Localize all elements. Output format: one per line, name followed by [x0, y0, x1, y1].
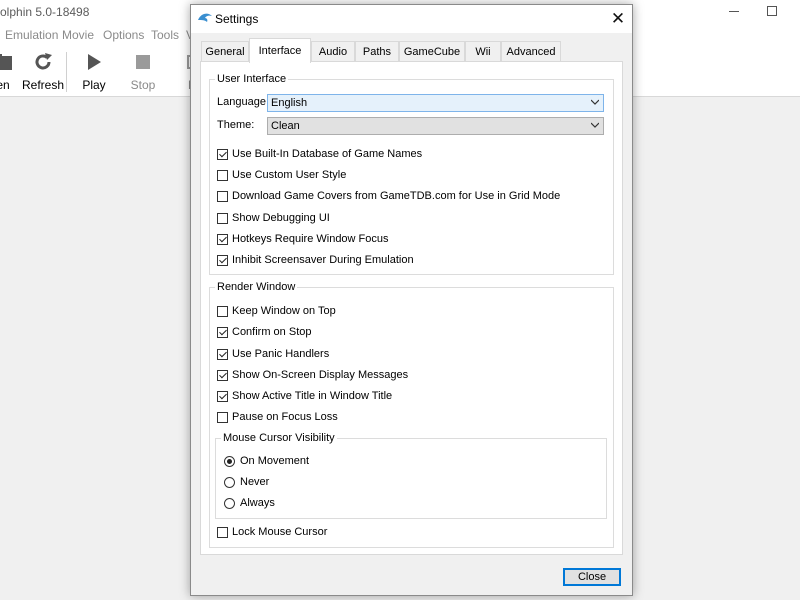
- option-label: Hotkeys Require Window Focus: [232, 233, 389, 245]
- checkbox[interactable]: [217, 390, 228, 402]
- close-icon[interactable]: ✕: [607, 8, 629, 30]
- radio-label: Never: [240, 476, 270, 488]
- option-label: Show Debugging UI: [232, 212, 330, 224]
- radio-label: Always: [240, 497, 275, 509]
- option-active-title[interactable]: Show Active Title in Window Title: [217, 388, 392, 404]
- minimize-icon[interactable]: [729, 11, 739, 12]
- option-label: Lock Mouse Cursor: [232, 526, 328, 538]
- option-label: Keep Window on Top: [232, 305, 336, 317]
- language-label: Language:: [217, 96, 269, 108]
- tab-paths[interactable]: Paths: [355, 41, 399, 62]
- radio-on-movement[interactable]: On Movement: [224, 453, 309, 469]
- tab-advanced[interactable]: Advanced: [501, 41, 561, 62]
- main-window-title: olphin 5.0-18498: [0, 5, 90, 19]
- mouse-cursor-visibility-group: Mouse Cursor Visibility On Movement Neve…: [215, 431, 607, 519]
- option-label: Pause on Focus Loss: [232, 411, 338, 423]
- checkbox[interactable]: [217, 369, 228, 381]
- chevron-down-icon: [591, 99, 599, 105]
- dolphin-icon: [197, 11, 213, 25]
- theme-dropdown[interactable]: Clean: [267, 117, 604, 135]
- checkbox[interactable]: [217, 305, 228, 317]
- user-interface-group-title: User Interface: [215, 72, 289, 86]
- option-label: Use Built-In Database of Game Names: [232, 148, 423, 160]
- option-builtin-database[interactable]: Use Built-In Database of Game Names: [217, 146, 422, 162]
- maximize-icon[interactable]: [767, 6, 777, 16]
- render-window-group: Render Window Keep Window on Top Confirm…: [209, 280, 614, 548]
- play-button[interactable]: Play: [67, 48, 121, 94]
- stop-button[interactable]: Stop: [116, 48, 170, 94]
- option-lock-mouse-cursor[interactable]: Lock Mouse Cursor: [217, 524, 327, 540]
- option-custom-user-style[interactable]: Use Custom User Style: [217, 167, 346, 183]
- checkbox[interactable]: [217, 190, 228, 202]
- option-pause-focus-loss[interactable]: Pause on Focus Loss: [217, 409, 338, 425]
- option-label: Show Active Title in Window Title: [232, 390, 393, 402]
- option-osd-messages[interactable]: Show On-Screen Display Messages: [217, 367, 408, 383]
- option-inhibit-screensaver[interactable]: Inhibit Screensaver During Emulation: [217, 252, 414, 268]
- radio-button[interactable]: [224, 455, 235, 467]
- option-hotkeys-focus[interactable]: Hotkeys Require Window Focus: [217, 231, 389, 247]
- option-label: Confirm on Stop: [232, 326, 312, 338]
- language-value: English: [271, 97, 308, 109]
- option-label: Download Game Covers from GameTDB.com fo…: [232, 190, 561, 202]
- radio-label: On Movement: [240, 455, 310, 467]
- checkbox[interactable]: [217, 233, 228, 245]
- stop-label: Stop: [130, 78, 156, 92]
- menu-options[interactable]: Options: [103, 28, 144, 42]
- checkbox[interactable]: [217, 526, 228, 538]
- theme-label: Theme:: [217, 119, 255, 131]
- refresh-label: Refresh: [21, 78, 65, 92]
- option-label: Use Panic Handlers: [232, 348, 330, 360]
- menu-movie[interactable]: Movie: [62, 28, 94, 42]
- user-interface-group: User Interface Language: English Theme: …: [209, 72, 614, 275]
- refresh-icon: [16, 50, 70, 74]
- radio-button[interactable]: [224, 476, 235, 488]
- tab-gamecube[interactable]: GameCube: [399, 41, 465, 62]
- settings-dialog: Settings ✕ General Interface Audio Paths…: [190, 4, 633, 596]
- radio-never[interactable]: Never: [224, 474, 269, 490]
- checkbox[interactable]: [217, 169, 228, 181]
- mouse-cursor-visibility-title: Mouse Cursor Visibility: [221, 431, 337, 445]
- tab-wii[interactable]: Wii: [465, 41, 501, 62]
- tab-audio[interactable]: Audio: [311, 41, 355, 62]
- checkbox[interactable]: [217, 348, 228, 360]
- play-icon: [67, 50, 121, 74]
- option-label: Show On-Screen Display Messages: [232, 369, 409, 381]
- close-button[interactable]: Close: [563, 568, 621, 586]
- checkbox[interactable]: [217, 148, 228, 160]
- checkbox[interactable]: [217, 212, 228, 224]
- option-debugging-ui[interactable]: Show Debugging UI: [217, 210, 330, 226]
- option-label: Inhibit Screensaver During Emulation: [232, 254, 414, 266]
- menu-tools[interactable]: Tools: [151, 28, 179, 42]
- radio-always[interactable]: Always: [224, 495, 275, 511]
- tab-interface[interactable]: Interface: [249, 38, 311, 63]
- dialog-title: Settings: [215, 12, 259, 26]
- theme-value: Clean: [271, 120, 300, 132]
- chevron-down-icon: [591, 122, 599, 128]
- interface-tab-panel: User Interface Language: English Theme: …: [200, 61, 623, 555]
- radio-button[interactable]: [224, 497, 235, 509]
- option-keep-on-top[interactable]: Keep Window on Top: [217, 303, 336, 319]
- checkbox[interactable]: [217, 254, 228, 266]
- checkbox[interactable]: [217, 326, 228, 338]
- option-label: Use Custom User Style: [232, 169, 347, 181]
- refresh-button[interactable]: Refresh: [16, 48, 70, 94]
- language-dropdown[interactable]: English: [267, 94, 604, 112]
- checkbox[interactable]: [217, 411, 228, 423]
- option-confirm-on-stop[interactable]: Confirm on Stop: [217, 324, 311, 340]
- play-label: Play: [82, 78, 106, 92]
- render-window-group-title: Render Window: [215, 280, 298, 294]
- dialog-titlebar: Settings ✕: [191, 5, 632, 33]
- tab-general[interactable]: General: [201, 41, 249, 62]
- option-download-covers[interactable]: Download Game Covers from GameTDB.com fo…: [217, 188, 560, 204]
- option-panic-handlers[interactable]: Use Panic Handlers: [217, 346, 329, 362]
- stop-icon: [116, 50, 170, 74]
- menu-emulation[interactable]: Emulation: [5, 28, 58, 42]
